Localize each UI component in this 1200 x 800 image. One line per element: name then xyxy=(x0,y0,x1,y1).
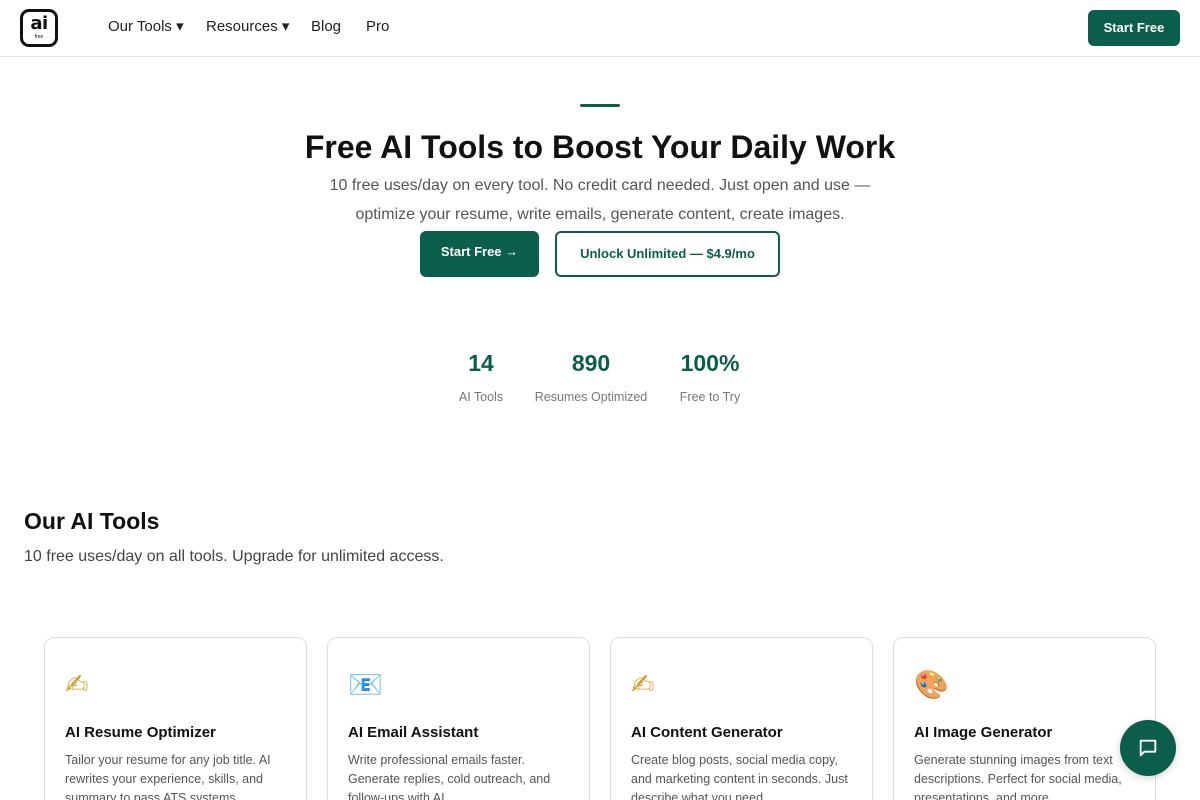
nav-our-tools[interactable]: Our Tools ▾ xyxy=(108,17,184,37)
header-start-free-button[interactable]: Start Free xyxy=(1088,10,1180,46)
chat-bubble-icon xyxy=(1139,739,1157,757)
stat-value-free: 100% xyxy=(680,350,740,376)
card-title: AI Resume Optimizer xyxy=(65,724,216,741)
card-description: Create blog posts, social media copy, an… xyxy=(631,753,848,800)
tool-card-image[interactable]: 🎨 AI Image Generator Generate stunning i… xyxy=(893,637,1156,800)
site-header: ai free Our Tools ▾ Resources ▾ Blog Pro… xyxy=(0,0,1200,57)
nav-blog[interactable]: Blog xyxy=(311,17,341,37)
section-subtitle: 10 free uses/day on all tools. Upgrade f… xyxy=(24,548,444,565)
hero-subtitle-line-2: optimize your resume, write emails, gene… xyxy=(355,206,845,223)
card-description: Write professional emails faster. Genera… xyxy=(348,753,551,800)
unlock-unlimited-button[interactable]: Unlock Unlimited — $4.9/mo xyxy=(555,231,780,277)
writing-hand-icon: ✍ xyxy=(65,668,89,701)
nav-pro[interactable]: Pro xyxy=(366,17,389,37)
card-description: Generate stunning images from text descr… xyxy=(914,753,1122,800)
stat-label-free: Free to Try xyxy=(679,390,741,404)
card-title: AI Image Generator xyxy=(914,724,1053,741)
tool-card-content[interactable]: ✍ AI Content Generator Create blog posts… xyxy=(610,637,873,800)
palette-icon: 🎨 xyxy=(914,668,949,701)
email-icon: 📧 xyxy=(348,668,383,701)
logo[interactable]: ai free xyxy=(20,9,58,47)
hero-title: Free AI Tools to Boost Your Daily Work xyxy=(304,129,896,165)
section-title: Our AI Tools xyxy=(24,508,160,534)
chat-button[interactable] xyxy=(1120,720,1176,776)
card-description: Tailor your resume for any job title. AI… xyxy=(65,753,271,800)
card-title: AI Email Assistant xyxy=(348,724,479,741)
tool-card-resume[interactable]: ✍ AI Resume Optimizer Tailor your resume… xyxy=(44,637,307,800)
writing-hand-icon: ✍ xyxy=(631,668,655,701)
hero-start-free-button[interactable]: Start Free → xyxy=(420,231,539,277)
tool-card-email[interactable]: 📧 AI Email Assistant Write professional … xyxy=(327,637,590,800)
nav-resources[interactable]: Resources ▾ xyxy=(206,17,289,37)
logo-subtext: free xyxy=(34,34,44,40)
card-title: AI Content Generator xyxy=(631,724,783,741)
hero-accent-line xyxy=(580,104,620,107)
hero-subtitle-line-1: 10 free uses/day on every tool. No credi… xyxy=(329,177,871,194)
logo-text: ai xyxy=(30,13,48,34)
